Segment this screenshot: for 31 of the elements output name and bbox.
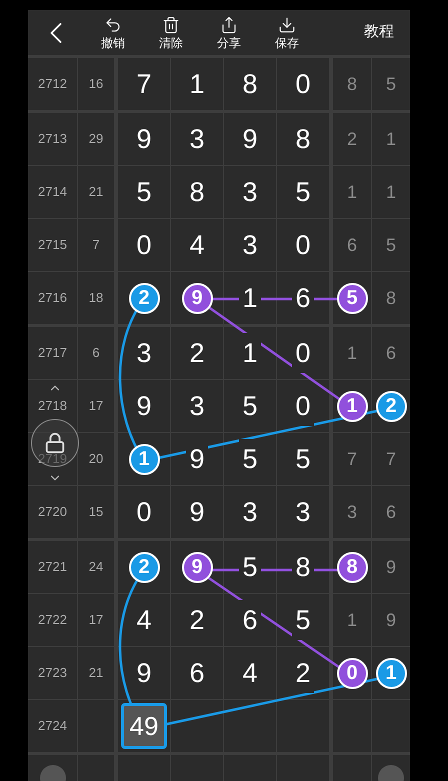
sum-value: 20 [88,450,104,468]
sum-value: 21 [88,664,104,682]
toolbar-button[interactable]: 清除 [142,10,200,55]
issue-number: 2714 [38,183,67,202]
issue-number: 2720 [38,503,67,522]
sum-value: 17 [88,611,104,630]
sum-value: 7 [92,236,100,254]
toolbar-button[interactable]: 分享 [200,10,258,55]
issue-number: 2717 [38,344,67,362]
sum-value: 21 [88,183,104,202]
prediction-badge: 49 [121,703,167,749]
toolbar-button[interactable]: 保存 [258,10,316,55]
issue-number: 2721 [38,558,67,576]
issue-number: 2712 [38,75,67,94]
issue-number: 2716 [38,289,67,308]
sum-value: 16 [88,75,104,94]
sum-value: 18 [88,289,104,308]
issue-number: 2719 [38,450,67,468]
issue-number: 2724 [38,717,67,736]
issue-number: 2718 [38,397,67,416]
issue-number: 2722 [38,611,67,630]
tutorial-button[interactable]: 教程 [356,10,402,55]
issue-number: 2723 [38,664,67,682]
sum-value: 24 [88,558,104,576]
issue-number: 2715 [38,236,67,254]
sum-value: 17 [88,397,104,416]
sum-value: 15 [88,503,104,522]
sum-value: 6 [92,344,100,362]
sum-value: 29 [88,130,104,148]
toolbar-button[interactable]: 撤销 [84,10,142,55]
issue-number: 2713 [38,130,67,148]
